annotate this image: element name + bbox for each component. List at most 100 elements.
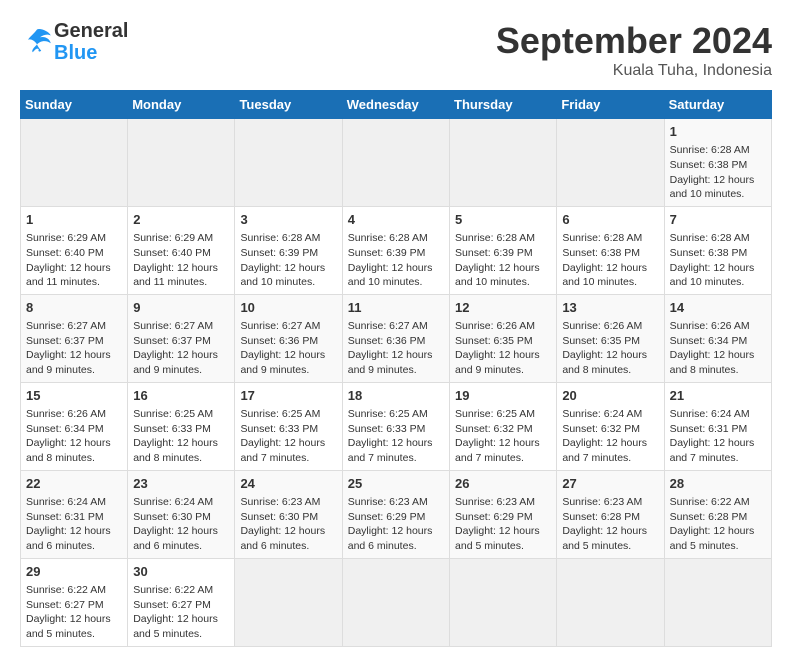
sunrise: Sunrise: 6:23 AM [562, 496, 642, 508]
week-row-4: 15Sunrise: 6:26 AMSunset: 6:34 PMDayligh… [21, 382, 772, 470]
daylight: Daylight: 12 hours and 7 minutes. [562, 437, 647, 464]
daylight: Daylight: 12 hours and 9 minutes. [348, 349, 433, 376]
calendar-cell: 14Sunrise: 6:26 AMSunset: 6:34 PMDayligh… [664, 294, 771, 382]
week-row-1: 1Sunrise: 6:28 AMSunset: 6:38 PMDaylight… [21, 119, 772, 207]
day-number: 30 [133, 563, 229, 581]
day-number: 6 [562, 211, 658, 229]
sunrise: Sunrise: 6:27 AM [240, 320, 320, 332]
calendar-cell: 21Sunrise: 6:24 AMSunset: 6:31 PMDayligh… [664, 382, 771, 470]
daylight: Daylight: 12 hours and 9 minutes. [26, 349, 111, 376]
day-number: 18 [348, 387, 444, 405]
sunrise: Sunrise: 6:28 AM [670, 144, 750, 156]
header-thursday: Thursday [450, 91, 557, 119]
daylight: Daylight: 12 hours and 7 minutes. [348, 437, 433, 464]
day-number: 17 [240, 387, 336, 405]
sunrise: Sunrise: 6:27 AM [133, 320, 213, 332]
header-friday: Friday [557, 91, 664, 119]
day-number: 29 [26, 563, 122, 581]
day-number: 11 [348, 299, 444, 317]
sunset: Sunset: 6:40 PM [133, 247, 211, 259]
calendar-cell [128, 119, 235, 207]
month-title: September 2024 [496, 20, 772, 62]
calendar-cell: 23Sunrise: 6:24 AMSunset: 6:30 PMDayligh… [128, 470, 235, 558]
calendar-table: SundayMondayTuesdayWednesdayThursdayFrid… [20, 90, 772, 647]
daylight: Daylight: 12 hours and 9 minutes. [240, 349, 325, 376]
sunset: Sunset: 6:32 PM [455, 423, 533, 435]
sunset: Sunset: 6:29 PM [455, 511, 533, 523]
calendar-cell [557, 558, 664, 646]
day-number: 25 [348, 475, 444, 493]
sunrise: Sunrise: 6:24 AM [562, 408, 642, 420]
sunset: Sunset: 6:28 PM [670, 511, 748, 523]
calendar-cell [342, 119, 449, 207]
daylight: Daylight: 12 hours and 10 minutes. [670, 262, 755, 289]
sunrise: Sunrise: 6:26 AM [455, 320, 535, 332]
day-number: 13 [562, 299, 658, 317]
sunset: Sunset: 6:38 PM [670, 159, 748, 171]
calendar-cell: 16Sunrise: 6:25 AMSunset: 6:33 PMDayligh… [128, 382, 235, 470]
sunrise: Sunrise: 6:25 AM [240, 408, 320, 420]
calendar-cell [342, 558, 449, 646]
daylight: Daylight: 12 hours and 6 minutes. [240, 525, 325, 552]
day-number: 4 [348, 211, 444, 229]
day-number: 7 [670, 211, 766, 229]
sunset: Sunset: 6:35 PM [455, 335, 533, 347]
daylight: Daylight: 12 hours and 6 minutes. [26, 525, 111, 552]
sunrise: Sunrise: 6:25 AM [348, 408, 428, 420]
calendar-cell: 30Sunrise: 6:22 AMSunset: 6:27 PMDayligh… [128, 558, 235, 646]
calendar-cell: 29Sunrise: 6:22 AMSunset: 6:27 PMDayligh… [21, 558, 128, 646]
day-number: 16 [133, 387, 229, 405]
day-number: 15 [26, 387, 122, 405]
daylight: Daylight: 12 hours and 7 minutes. [455, 437, 540, 464]
day-number: 3 [240, 211, 336, 229]
sunrise: Sunrise: 6:24 AM [133, 496, 213, 508]
calendar-cell: 27Sunrise: 6:23 AMSunset: 6:28 PMDayligh… [557, 470, 664, 558]
sunset: Sunset: 6:29 PM [348, 511, 426, 523]
daylight: Daylight: 12 hours and 8 minutes. [670, 349, 755, 376]
sunset: Sunset: 6:40 PM [26, 247, 104, 259]
daylight: Daylight: 12 hours and 5 minutes. [562, 525, 647, 552]
calendar-cell: 26Sunrise: 6:23 AMSunset: 6:29 PMDayligh… [450, 470, 557, 558]
calendar-cell: 11Sunrise: 6:27 AMSunset: 6:36 PMDayligh… [342, 294, 449, 382]
header-saturday: Saturday [664, 91, 771, 119]
daylight: Daylight: 12 hours and 10 minutes. [348, 262, 433, 289]
calendar-cell: 12Sunrise: 6:26 AMSunset: 6:35 PMDayligh… [450, 294, 557, 382]
day-number: 28 [670, 475, 766, 493]
calendar-cell [557, 119, 664, 207]
daylight: Daylight: 12 hours and 9 minutes. [133, 349, 218, 376]
week-row-5: 22Sunrise: 6:24 AMSunset: 6:31 PMDayligh… [21, 470, 772, 558]
calendar-cell: 2Sunrise: 6:29 AMSunset: 6:40 PMDaylight… [128, 206, 235, 294]
sunset: Sunset: 6:39 PM [240, 247, 318, 259]
week-row-6: 29Sunrise: 6:22 AMSunset: 6:27 PMDayligh… [21, 558, 772, 646]
daylight: Daylight: 12 hours and 6 minutes. [133, 525, 218, 552]
calendar-cell: 6Sunrise: 6:28 AMSunset: 6:38 PMDaylight… [557, 206, 664, 294]
daylight: Daylight: 12 hours and 10 minutes. [455, 262, 540, 289]
day-number: 14 [670, 299, 766, 317]
day-number: 24 [240, 475, 336, 493]
logo-line2: Blue [54, 42, 128, 64]
calendar-cell: 10Sunrise: 6:27 AMSunset: 6:36 PMDayligh… [235, 294, 342, 382]
sunset: Sunset: 6:31 PM [26, 511, 104, 523]
day-number: 26 [455, 475, 551, 493]
day-number: 20 [562, 387, 658, 405]
sunset: Sunset: 6:39 PM [348, 247, 426, 259]
header-sunday: Sunday [21, 91, 128, 119]
sunset: Sunset: 6:37 PM [133, 335, 211, 347]
sunrise: Sunrise: 6:26 AM [26, 408, 106, 420]
page-header: General Blue September 2024 Kuala Tuha, … [20, 20, 772, 80]
sunrise: Sunrise: 6:22 AM [133, 584, 213, 596]
daylight: Daylight: 12 hours and 9 minutes. [455, 349, 540, 376]
calendar-cell: 17Sunrise: 6:25 AMSunset: 6:33 PMDayligh… [235, 382, 342, 470]
sunset: Sunset: 6:37 PM [26, 335, 104, 347]
day-number: 19 [455, 387, 551, 405]
sunrise: Sunrise: 6:27 AM [348, 320, 428, 332]
week-row-3: 8Sunrise: 6:27 AMSunset: 6:37 PMDaylight… [21, 294, 772, 382]
calendar-cell: 9Sunrise: 6:27 AMSunset: 6:37 PMDaylight… [128, 294, 235, 382]
daylight: Daylight: 12 hours and 8 minutes. [26, 437, 111, 464]
sunset: Sunset: 6:38 PM [562, 247, 640, 259]
header-monday: Monday [128, 91, 235, 119]
calendar-cell: 1Sunrise: 6:29 AMSunset: 6:40 PMDaylight… [21, 206, 128, 294]
daylight: Daylight: 12 hours and 7 minutes. [240, 437, 325, 464]
logo-line1: General [54, 20, 128, 42]
sunset: Sunset: 6:34 PM [670, 335, 748, 347]
